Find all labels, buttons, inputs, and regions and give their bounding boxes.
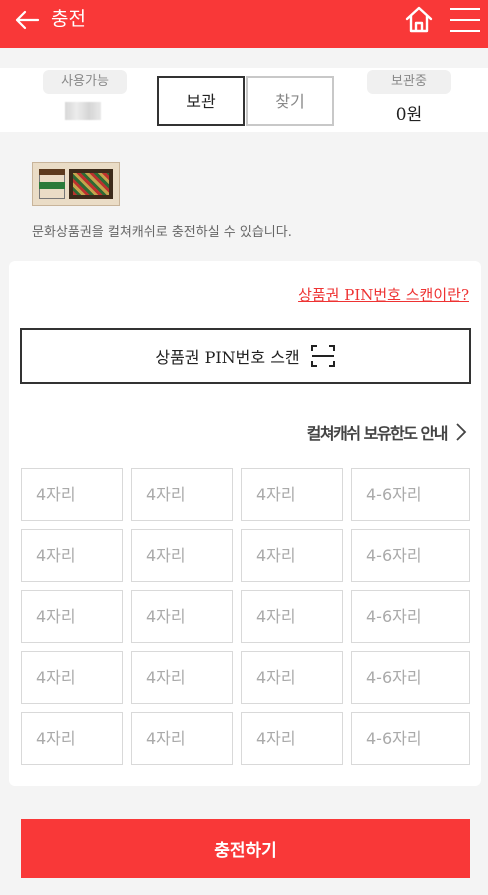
- pin-cell: [21, 590, 123, 643]
- pin-cell: [351, 590, 470, 643]
- pin-entry-card: 상품권 PIN번호 스캔이란? 상품권 PIN번호 스캔 컬쳐캐쉬 보유한도 안…: [9, 261, 481, 786]
- back-button[interactable]: [14, 7, 40, 33]
- pin-input[interactable]: [132, 713, 232, 764]
- cash-limit-guide-link[interactable]: 컬쳐캐쉬 보유한도 안내: [307, 420, 467, 444]
- pin-cell: [351, 651, 470, 704]
- pin-input[interactable]: [352, 591, 469, 642]
- menu-button[interactable]: [448, 6, 482, 34]
- chevron-right-icon: [456, 423, 467, 441]
- pin-input[interactable]: [22, 591, 122, 642]
- pin-cell: [351, 529, 470, 582]
- available-label: 사용가능: [43, 70, 127, 94]
- page-title: 충전: [51, 8, 86, 30]
- pin-input[interactable]: [22, 713, 122, 764]
- home-icon: [405, 6, 433, 33]
- pin-input[interactable]: [132, 652, 232, 703]
- pin-input[interactable]: [22, 652, 122, 703]
- pin-cell: [21, 651, 123, 704]
- pin-scan-button[interactable]: 상품권 PIN번호 스캔: [20, 328, 471, 384]
- pin-cell: [131, 590, 233, 643]
- pin-input[interactable]: [242, 713, 342, 764]
- pin-cell: [351, 468, 470, 521]
- tab-store[interactable]: 보관: [157, 76, 245, 126]
- pin-cell: [241, 590, 343, 643]
- available-amount-masked: [65, 102, 101, 120]
- top-app-bar: 충전: [0, 0, 488, 48]
- pin-scan-button-label: 상품권 PIN번호 스캔: [155, 348, 300, 367]
- culture-gift-voucher-image: [32, 162, 120, 206]
- voucher-pattern: [73, 173, 109, 195]
- pin-cell: [241, 529, 343, 582]
- pin-input[interactable]: [132, 530, 232, 581]
- pin-cell: [21, 712, 123, 765]
- pin-input[interactable]: [352, 530, 469, 581]
- pin-cell: [131, 712, 233, 765]
- tab-find[interactable]: 찾기: [246, 76, 334, 126]
- pin-cell: [131, 468, 233, 521]
- scan-help-link[interactable]: 상품권 PIN번호 스캔이란?: [298, 284, 469, 305]
- pin-cell: [131, 651, 233, 704]
- pin-input[interactable]: [132, 469, 232, 520]
- charge-button[interactable]: 충전하기: [21, 819, 470, 878]
- pin-cell: [21, 529, 123, 582]
- pin-input[interactable]: [22, 530, 122, 581]
- pin-cell: [241, 712, 343, 765]
- voucher-description: 문화상품권을 컬쳐캐쉬로 충전하실 수 있습니다.: [32, 225, 292, 240]
- pin-input[interactable]: [352, 469, 469, 520]
- pin-input[interactable]: [22, 469, 122, 520]
- pin-cell: [21, 468, 123, 521]
- pin-cell: [241, 651, 343, 704]
- pin-input[interactable]: [352, 652, 469, 703]
- pin-input[interactable]: [352, 713, 469, 764]
- pin-input[interactable]: [132, 591, 232, 642]
- balance-bar: 사용가능 보관 찾기 보관중 0원: [0, 68, 488, 132]
- pin-cell: [241, 468, 343, 521]
- scan-frame-icon: [310, 345, 335, 367]
- pin-cell: [131, 529, 233, 582]
- pin-input[interactable]: [242, 469, 342, 520]
- pin-input[interactable]: [242, 530, 342, 581]
- stored-label: 보관중: [367, 70, 451, 94]
- stored-amount: 0원: [395, 105, 423, 125]
- hamburger-menu-icon: [450, 8, 480, 32]
- voucher-amount-band: [39, 182, 65, 189]
- voucher-stripe: [39, 169, 65, 175]
- cash-limit-guide-label: 컬쳐캐쉬 보유한도 안내: [306, 424, 449, 443]
- arrow-left-icon: [15, 10, 40, 30]
- pin-input[interactable]: [242, 652, 342, 703]
- home-button[interactable]: [404, 4, 434, 34]
- pin-input[interactable]: [242, 591, 342, 642]
- pin-cell: [351, 712, 470, 765]
